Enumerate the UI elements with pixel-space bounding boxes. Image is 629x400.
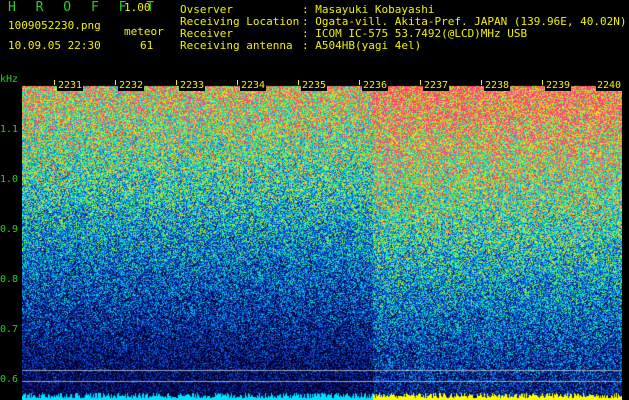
time-tick-label: 2240 [596,80,623,91]
frequency-tick: 0.6 [0,374,19,385]
time-tick-mark [176,80,177,85]
frequency-tick: 0.8 [0,274,19,285]
time-tick-label: 2239 [545,80,572,91]
time-tick-mark [54,80,55,85]
antenna-value: : A504HB(yagi 4el) [302,39,422,52]
time-tick-mark [115,80,116,85]
time-tick-label: 2232 [118,80,145,91]
frequency-tick: 0.9 [0,224,19,235]
frequency-unit: kHz [0,74,19,85]
time-tick-mark [542,80,543,85]
frequency-axis: kHz 1.1 1.0 0.9 0.8 0.7 0.6 [0,72,22,400]
frequency-tick: 1.1 [0,124,19,135]
time-tick-label: 2234 [240,80,267,91]
time-tick-label: 2233 [179,80,206,91]
time-tick-mark [237,80,238,85]
time-tick-mark [298,80,299,85]
meteor-count: 61 [140,39,154,52]
time-tick-mark [420,80,421,85]
time-tick-mark [359,80,360,85]
meteor-label: meteor [124,25,164,38]
time-tick-label: 2237 [423,80,450,91]
antenna-label: Receiving antenna [180,39,293,52]
app-version: 1.00 [124,1,151,14]
spectrogram-canvas [22,80,622,400]
file-name: 1009052230.png [8,19,101,32]
frequency-tick: 0.7 [0,324,19,335]
frequency-tick: 1.0 [0,174,19,185]
time-tick-label: 2235 [301,80,328,91]
time-tick-label: 2236 [362,80,389,91]
time-tick-label: 2231 [57,80,84,91]
time-tick-mark [481,80,482,85]
file-datetime: 10.09.05 22:30 [8,39,101,52]
header-panel: H R O F F T 1.00 1009052230.png meteor 1… [0,0,629,78]
time-tick-label: 2238 [484,80,511,91]
